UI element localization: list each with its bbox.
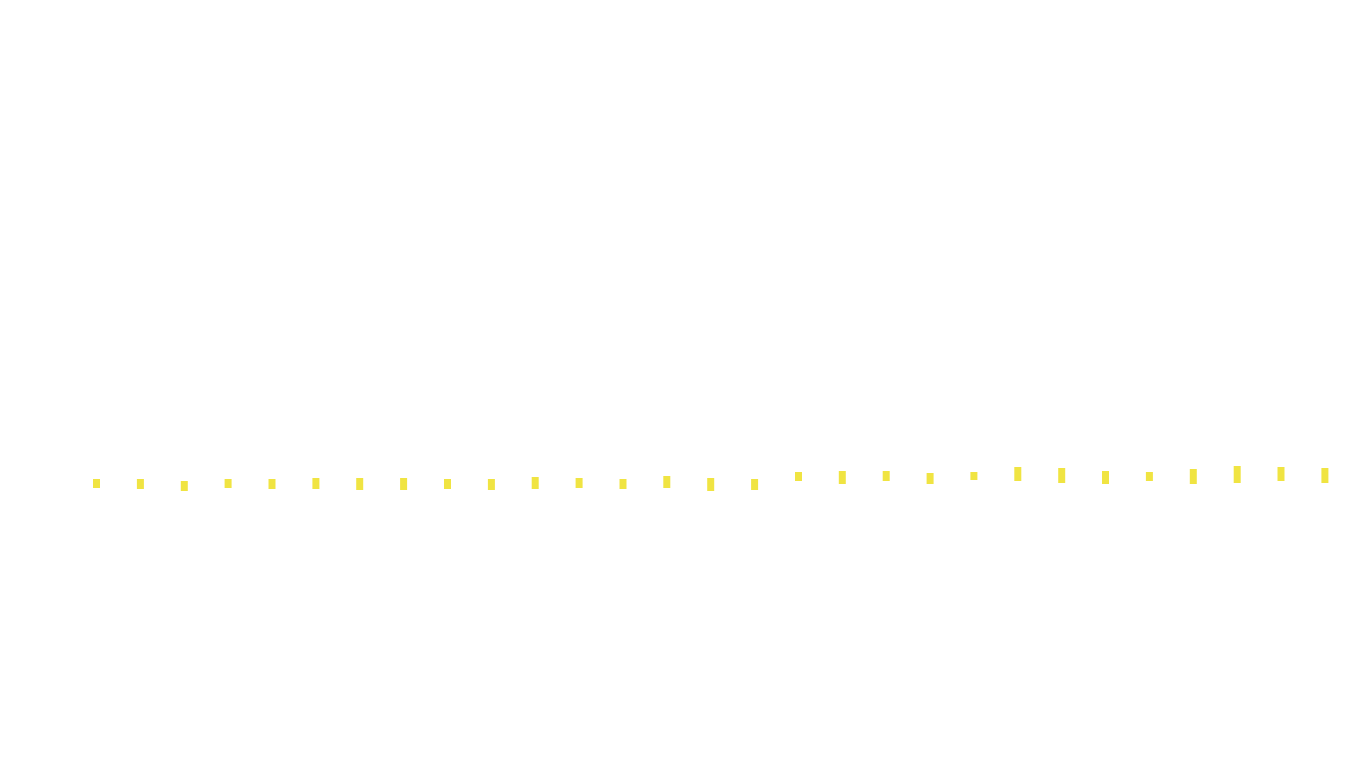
range-bar-3 <box>180 481 188 491</box>
range-bar-27 <box>1233 466 1241 483</box>
range-bar-21 <box>970 472 978 480</box>
range-bar-13 <box>619 479 627 489</box>
range-bar-20 <box>926 473 934 484</box>
range-bar-28 <box>1277 467 1285 481</box>
range-chart <box>0 0 1360 768</box>
range-bar-12 <box>575 478 583 488</box>
range-bar-11 <box>531 477 539 489</box>
range-bar-19 <box>882 471 890 481</box>
range-bar-23 <box>1058 468 1066 483</box>
range-bar-29 <box>1321 468 1329 483</box>
range-bar-8 <box>400 478 408 490</box>
range-bar-25 <box>1145 472 1153 481</box>
range-bar-6 <box>312 478 320 489</box>
range-bar-5 <box>268 479 276 489</box>
range-bar-14 <box>663 476 671 488</box>
plot-background <box>0 0 1360 768</box>
range-bar-9 <box>444 479 451 489</box>
range-bar-26 <box>1189 469 1197 484</box>
range-bar-17 <box>795 472 802 481</box>
range-bar-15 <box>707 478 715 491</box>
range-bar-10 <box>487 479 495 490</box>
range-bar-7 <box>356 478 364 490</box>
range-bar-24 <box>1102 471 1109 484</box>
range-bar-4 <box>224 479 232 488</box>
range-bar-16 <box>751 479 759 490</box>
range-bar-22 <box>1014 467 1022 481</box>
range-bar-1 <box>93 479 100 488</box>
range-bar-2 <box>136 479 144 489</box>
range-bar-18 <box>838 471 846 484</box>
